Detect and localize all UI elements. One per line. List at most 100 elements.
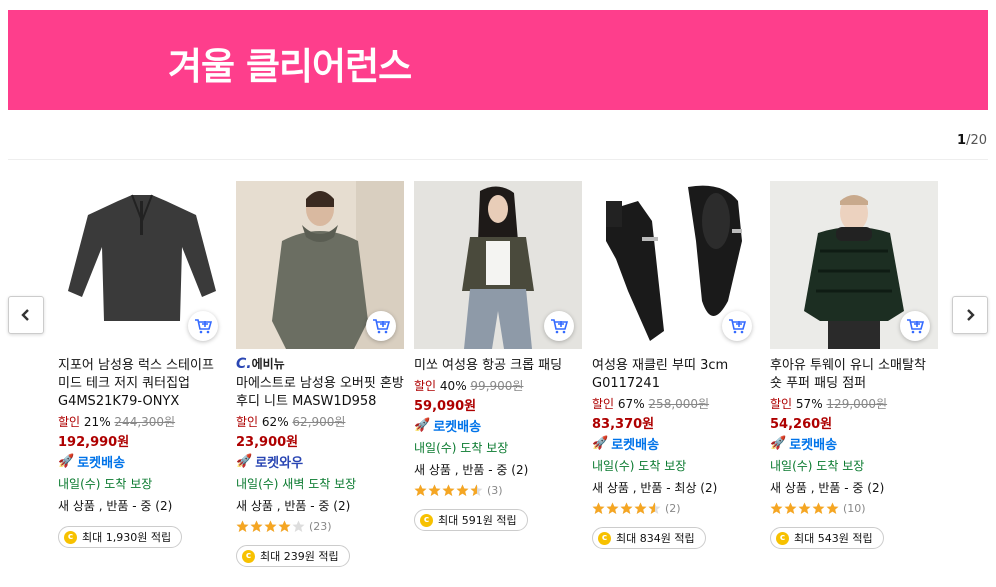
- review-count: (3): [487, 484, 503, 497]
- reward-point-badge: c 최대 834원 적립: [592, 527, 706, 549]
- rocket-wow-badge: 🚀 로켓와우: [236, 452, 404, 471]
- discount-rate: 67%: [617, 397, 645, 411]
- product-condition: 새 상품 , 반품 - 중 (2): [58, 499, 173, 513]
- product-name[interactable]: 후아유 투웨이 유니 소매탈착 숏 푸퍼 패딩 점퍼: [770, 357, 938, 393]
- product-card[interactable]: C.에비뉴 마에스트로 남성용 오버핏 혼방 후디 니트 MASW1D958 할…: [236, 181, 404, 567]
- sale-price: 54,260원: [770, 417, 833, 432]
- add-to-cart-icon: [373, 319, 390, 334]
- point-text: 최대 239원 적립: [260, 550, 339, 563]
- arrival-guarantee: 내일(수) 도착 보장: [414, 441, 509, 455]
- original-price: 62,900원: [292, 415, 346, 429]
- badge-label: 로켓배송: [611, 438, 660, 453]
- add-to-cart-button[interactable]: [544, 311, 574, 341]
- discount-label: 할인: [592, 397, 615, 411]
- product-condition: 새 상품 , 반품 - 중 (2): [414, 463, 529, 477]
- product-image[interactable]: [770, 181, 938, 349]
- rating: (2): [592, 502, 760, 515]
- original-price: 129,000원: [826, 397, 888, 411]
- discount-info: 할인 67% 258,000원: [592, 395, 760, 412]
- star-rating-icon: [236, 520, 305, 532]
- point-text: 최대 591원 적립: [438, 514, 517, 527]
- add-to-cart-icon: [195, 319, 212, 334]
- rating: (10): [770, 502, 938, 515]
- product-name[interactable]: 마에스트로 남성용 오버핏 혼방 후디 니트 MASW1D958: [236, 375, 404, 411]
- rocket-delivery-badge: 🚀 로켓배송: [58, 452, 226, 471]
- carousel-pager: 1/20: [957, 133, 987, 148]
- point-text: 최대 1,930원 적립: [82, 531, 172, 544]
- original-price: 244,300원: [114, 415, 176, 429]
- carousel-next-button[interactable]: [952, 296, 988, 334]
- product-name[interactable]: 지포어 남성용 럭스 스테이프 미드 테크 저지 쿼터집업 G4MS21K79-…: [58, 357, 226, 411]
- product-card[interactable]: 여성용 재클린 부띠 3cm G0117241 할인 67% 258,000원 …: [592, 181, 760, 549]
- discount-info: 할인 62% 62,900원: [236, 413, 404, 430]
- sale-price: 23,900원: [236, 435, 299, 450]
- reward-point-badge: c 최대 543원 적립: [770, 527, 884, 549]
- product-name[interactable]: 미쏘 여성용 항공 크롭 패딩: [414, 357, 582, 375]
- product-card[interactable]: 미쏘 여성용 항공 크롭 패딩 할인 40% 99,900원 59,090원 🚀…: [414, 181, 582, 531]
- pager-current: 1: [957, 133, 967, 148]
- rocket-icon: 🚀: [770, 436, 787, 451]
- coin-icon: c: [420, 513, 433, 527]
- rating: (23): [236, 520, 404, 533]
- arrival-guarantee: 내일(수) 도착 보장: [592, 459, 687, 473]
- add-to-cart-button[interactable]: [366, 311, 396, 341]
- star-rating-icon: [592, 502, 661, 514]
- reward-point-badge: c 최대 591원 적립: [414, 509, 528, 531]
- sale-price: 59,090원: [414, 399, 477, 414]
- point-text: 최대 543원 적립: [794, 532, 873, 545]
- pager-total: /20: [966, 133, 987, 148]
- review-count: (2): [665, 502, 681, 515]
- badge-label: 로켓배송: [433, 420, 482, 435]
- sale-price: 192,990원: [58, 435, 130, 450]
- star-rating-icon: [414, 484, 483, 496]
- badge-label: 로켓배송: [789, 438, 838, 453]
- product-image[interactable]: [236, 181, 404, 349]
- brand-label: C.에비뉴: [236, 356, 285, 372]
- product-condition: 새 상품 , 반품 - 최상 (2): [592, 481, 718, 495]
- rocket-delivery-badge: 🚀 로켓배송: [592, 434, 760, 453]
- clearance-banner[interactable]: 겨울 클리어런스: [8, 10, 988, 110]
- product-condition: 새 상품 , 반품 - 중 (2): [236, 499, 351, 513]
- original-price: 258,000원: [648, 397, 710, 411]
- add-to-cart-button[interactable]: [722, 311, 752, 341]
- badge-label: 로켓와우: [255, 456, 304, 471]
- add-to-cart-button[interactable]: [900, 311, 930, 341]
- arrival-guarantee: 내일(수) 도착 보장: [770, 459, 865, 473]
- product-image[interactable]: [592, 181, 760, 349]
- product-card[interactable]: 지포어 남성용 럭스 스테이프 미드 테크 저지 쿼터집업 G4MS21K79-…: [58, 181, 226, 548]
- discount-rate: 62%: [261, 415, 289, 429]
- coin-icon: c: [64, 530, 77, 544]
- product-image[interactable]: [414, 181, 582, 349]
- rocket-icon: 🚀: [58, 454, 75, 469]
- add-to-cart-button[interactable]: [188, 311, 218, 341]
- divider: [8, 159, 988, 160]
- sale-price: 83,370원: [592, 417, 655, 432]
- discount-rate: 40%: [439, 379, 467, 393]
- star-rating-icon: [770, 502, 839, 514]
- product-card[interactable]: 후아유 투웨이 유니 소매탈착 숏 푸퍼 패딩 점퍼 할인 57% 129,00…: [770, 181, 938, 549]
- product-image[interactable]: [58, 181, 226, 349]
- discount-label: 할인: [236, 415, 259, 429]
- product-name[interactable]: 여성용 재클린 부띠 3cm G0117241: [592, 357, 760, 393]
- arrival-guarantee: 내일(수) 새벽 도착 보장: [236, 477, 357, 491]
- chevron-right-icon: [967, 309, 975, 321]
- add-to-cart-icon: [729, 319, 746, 334]
- rocket-wow-icon: 🚀: [236, 454, 253, 469]
- review-count: (23): [309, 520, 332, 533]
- reward-point-badge: c 최대 1,930원 적립: [58, 526, 183, 548]
- badge-label: 로켓배송: [77, 456, 126, 471]
- discount-label: 할인: [770, 397, 793, 411]
- arrival-guarantee: 내일(수) 도착 보장: [58, 477, 153, 491]
- rocket-icon: 🚀: [592, 436, 609, 451]
- coin-icon: c: [598, 531, 611, 545]
- discount-info: 할인 21% 244,300원: [58, 413, 226, 430]
- chevron-left-icon: [21, 309, 29, 321]
- point-text: 최대 834원 적립: [616, 532, 695, 545]
- carousel-prev-button[interactable]: [8, 296, 44, 334]
- rocket-icon: 🚀: [414, 418, 431, 433]
- discount-rate: 21%: [83, 415, 111, 429]
- banner-title: 겨울 클리어런스: [168, 45, 412, 88]
- discount-rate: 57%: [795, 397, 823, 411]
- rocket-delivery-badge: 🚀 로켓배송: [414, 416, 582, 435]
- add-to-cart-icon: [551, 319, 568, 334]
